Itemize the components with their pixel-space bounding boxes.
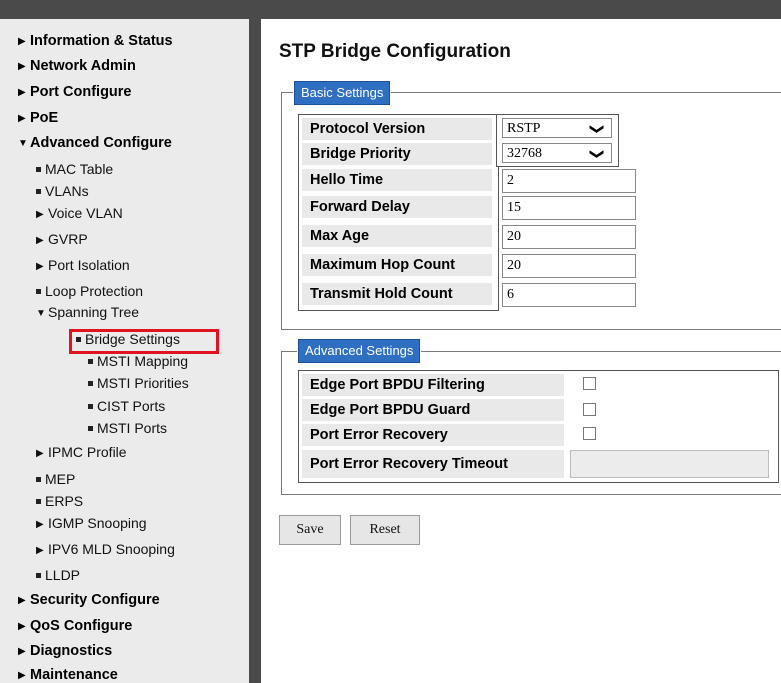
edge-bpdu-guard-label: Edge Port BPDU Guard: [302, 399, 564, 421]
edge-bpdu-filtering-label: Edge Port BPDU Filtering: [302, 374, 564, 396]
advanced-settings-legend: Advanced Settings: [296, 338, 422, 364]
nav-network-admin[interactable]: ▶ Network Admin: [18, 57, 136, 76]
forward-delay-input[interactable]: 15: [502, 196, 636, 220]
nav-gvrp[interactable]: ▶ GVRP: [36, 230, 88, 250]
bridge-priority-label: Bridge Priority: [302, 143, 492, 165]
nav-diagnostics[interactable]: ▶ Diagnostics: [18, 642, 112, 661]
chevron-down-icon: ❯: [589, 123, 606, 135]
main-content: STP Bridge Configuration Basic Settings …: [261, 19, 781, 683]
max-age-label: Max Age: [302, 225, 492, 247]
hello-time-label: Hello Time: [302, 169, 492, 191]
top-bar: [0, 0, 781, 19]
nav-vlans[interactable]: VLANs: [36, 182, 89, 200]
nav-mac-table[interactable]: MAC Table: [36, 160, 113, 178]
expand-arrow-icon: ▶: [36, 235, 44, 246]
port-error-recovery-timeout-label: Port Error Recovery Timeout: [302, 450, 564, 478]
collapse-arrow-icon: ▼: [36, 308, 46, 319]
transmit-hold-count-label: Transmit Hold Count: [302, 283, 492, 305]
edge-bpdu-filtering-checkbox[interactable]: [583, 377, 596, 390]
nav-loop-protection[interactable]: Loop Protection: [36, 282, 143, 300]
max-hop-count-input[interactable]: 20: [502, 254, 636, 278]
bullet-icon: [88, 426, 93, 431]
max-age-input[interactable]: 20: [502, 225, 636, 249]
bullet-icon: [88, 404, 93, 409]
protocol-version-label: Protocol Version: [302, 118, 492, 140]
bullet-icon: [88, 359, 93, 364]
hello-time-input[interactable]: 2: [502, 169, 636, 193]
nav-advanced-configure[interactable]: ▼ Advanced Configure: [18, 134, 172, 153]
expand-arrow-icon: ▶: [18, 87, 26, 98]
expand-arrow-icon: ▶: [36, 209, 44, 220]
nav-security-configure[interactable]: ▶ Security Configure: [18, 591, 160, 610]
nav-port-isolation[interactable]: ▶ Port Isolation: [36, 256, 130, 276]
expand-arrow-icon: ▶: [18, 36, 26, 47]
expand-arrow-icon: ▶: [18, 113, 26, 124]
max-hop-count-label: Maximum Hop Count: [302, 254, 492, 276]
bullet-icon: [36, 189, 41, 194]
reset-button[interactable]: Reset: [350, 515, 420, 545]
sidebar-divider[interactable]: [249, 19, 261, 683]
nav-spanning-tree[interactable]: ▼ Spanning Tree: [36, 303, 139, 323]
port-error-recovery-timeout-input: [570, 450, 769, 478]
nav-ipv6-mld-snooping[interactable]: ▶ IPV6 MLD Snooping: [36, 540, 175, 560]
nav-poe[interactable]: ▶ PoE: [18, 109, 58, 128]
bullet-icon: [36, 573, 41, 578]
chevron-down-icon: ❯: [589, 148, 606, 160]
transmit-hold-count-input[interactable]: 6: [502, 283, 636, 307]
bridge-priority-select[interactable]: 32768 ❯: [502, 143, 612, 163]
bullet-icon: [36, 499, 41, 504]
nav-msti-priorities[interactable]: MSTI Priorities: [88, 374, 189, 392]
nav-information-status[interactable]: ▶ Information & Status: [18, 32, 173, 51]
nav-igmp-snooping[interactable]: ▶ IGMP Snooping: [36, 514, 147, 534]
forward-delay-label: Forward Delay: [302, 196, 492, 218]
bullet-icon: [36, 167, 41, 172]
nav-msti-mapping[interactable]: MSTI Mapping: [88, 352, 188, 370]
expand-arrow-icon: ▶: [36, 519, 44, 530]
expand-arrow-icon: ▶: [18, 670, 26, 681]
protocol-version-select[interactable]: RSTP ❯: [502, 118, 612, 138]
port-error-recovery-label: Port Error Recovery: [302, 424, 564, 446]
basic-settings-legend: Basic Settings: [292, 80, 392, 106]
edge-bpdu-guard-checkbox[interactable]: [583, 403, 596, 416]
nav-ipmc-profile[interactable]: ▶ IPMC Profile: [36, 443, 127, 463]
collapse-arrow-icon: ▼: [18, 138, 28, 149]
expand-arrow-icon: ▶: [18, 595, 26, 606]
expand-arrow-icon: ▶: [36, 261, 44, 272]
expand-arrow-icon: ▶: [18, 621, 26, 632]
save-button[interactable]: Save: [279, 515, 341, 545]
nav-port-configure[interactable]: ▶ Port Configure: [18, 83, 132, 102]
bullet-icon: [88, 381, 93, 386]
nav-erps[interactable]: ERPS: [36, 492, 83, 510]
nav-lldp[interactable]: LLDP: [36, 566, 80, 584]
bullet-icon: [36, 477, 41, 482]
expand-arrow-icon: ▶: [18, 61, 26, 72]
nav-maintenance[interactable]: ▶ Maintenance: [18, 666, 118, 683]
selected-nav-highlight: [69, 329, 219, 354]
expand-arrow-icon: ▶: [18, 646, 26, 657]
nav-qos-configure[interactable]: ▶ QoS Configure: [18, 617, 132, 636]
nav-cist-ports[interactable]: CIST Ports: [88, 397, 165, 415]
nav-voice-vlan[interactable]: ▶ Voice VLAN: [36, 204, 123, 224]
nav-mep[interactable]: MEP: [36, 470, 75, 488]
nav-msti-ports[interactable]: MSTI Ports: [88, 419, 167, 437]
expand-arrow-icon: ▶: [36, 545, 44, 556]
port-error-recovery-checkbox[interactable]: [583, 427, 596, 440]
bullet-icon: [36, 289, 41, 294]
expand-arrow-icon: ▶: [36, 448, 44, 459]
page-title: STP Bridge Configuration: [279, 41, 511, 62]
